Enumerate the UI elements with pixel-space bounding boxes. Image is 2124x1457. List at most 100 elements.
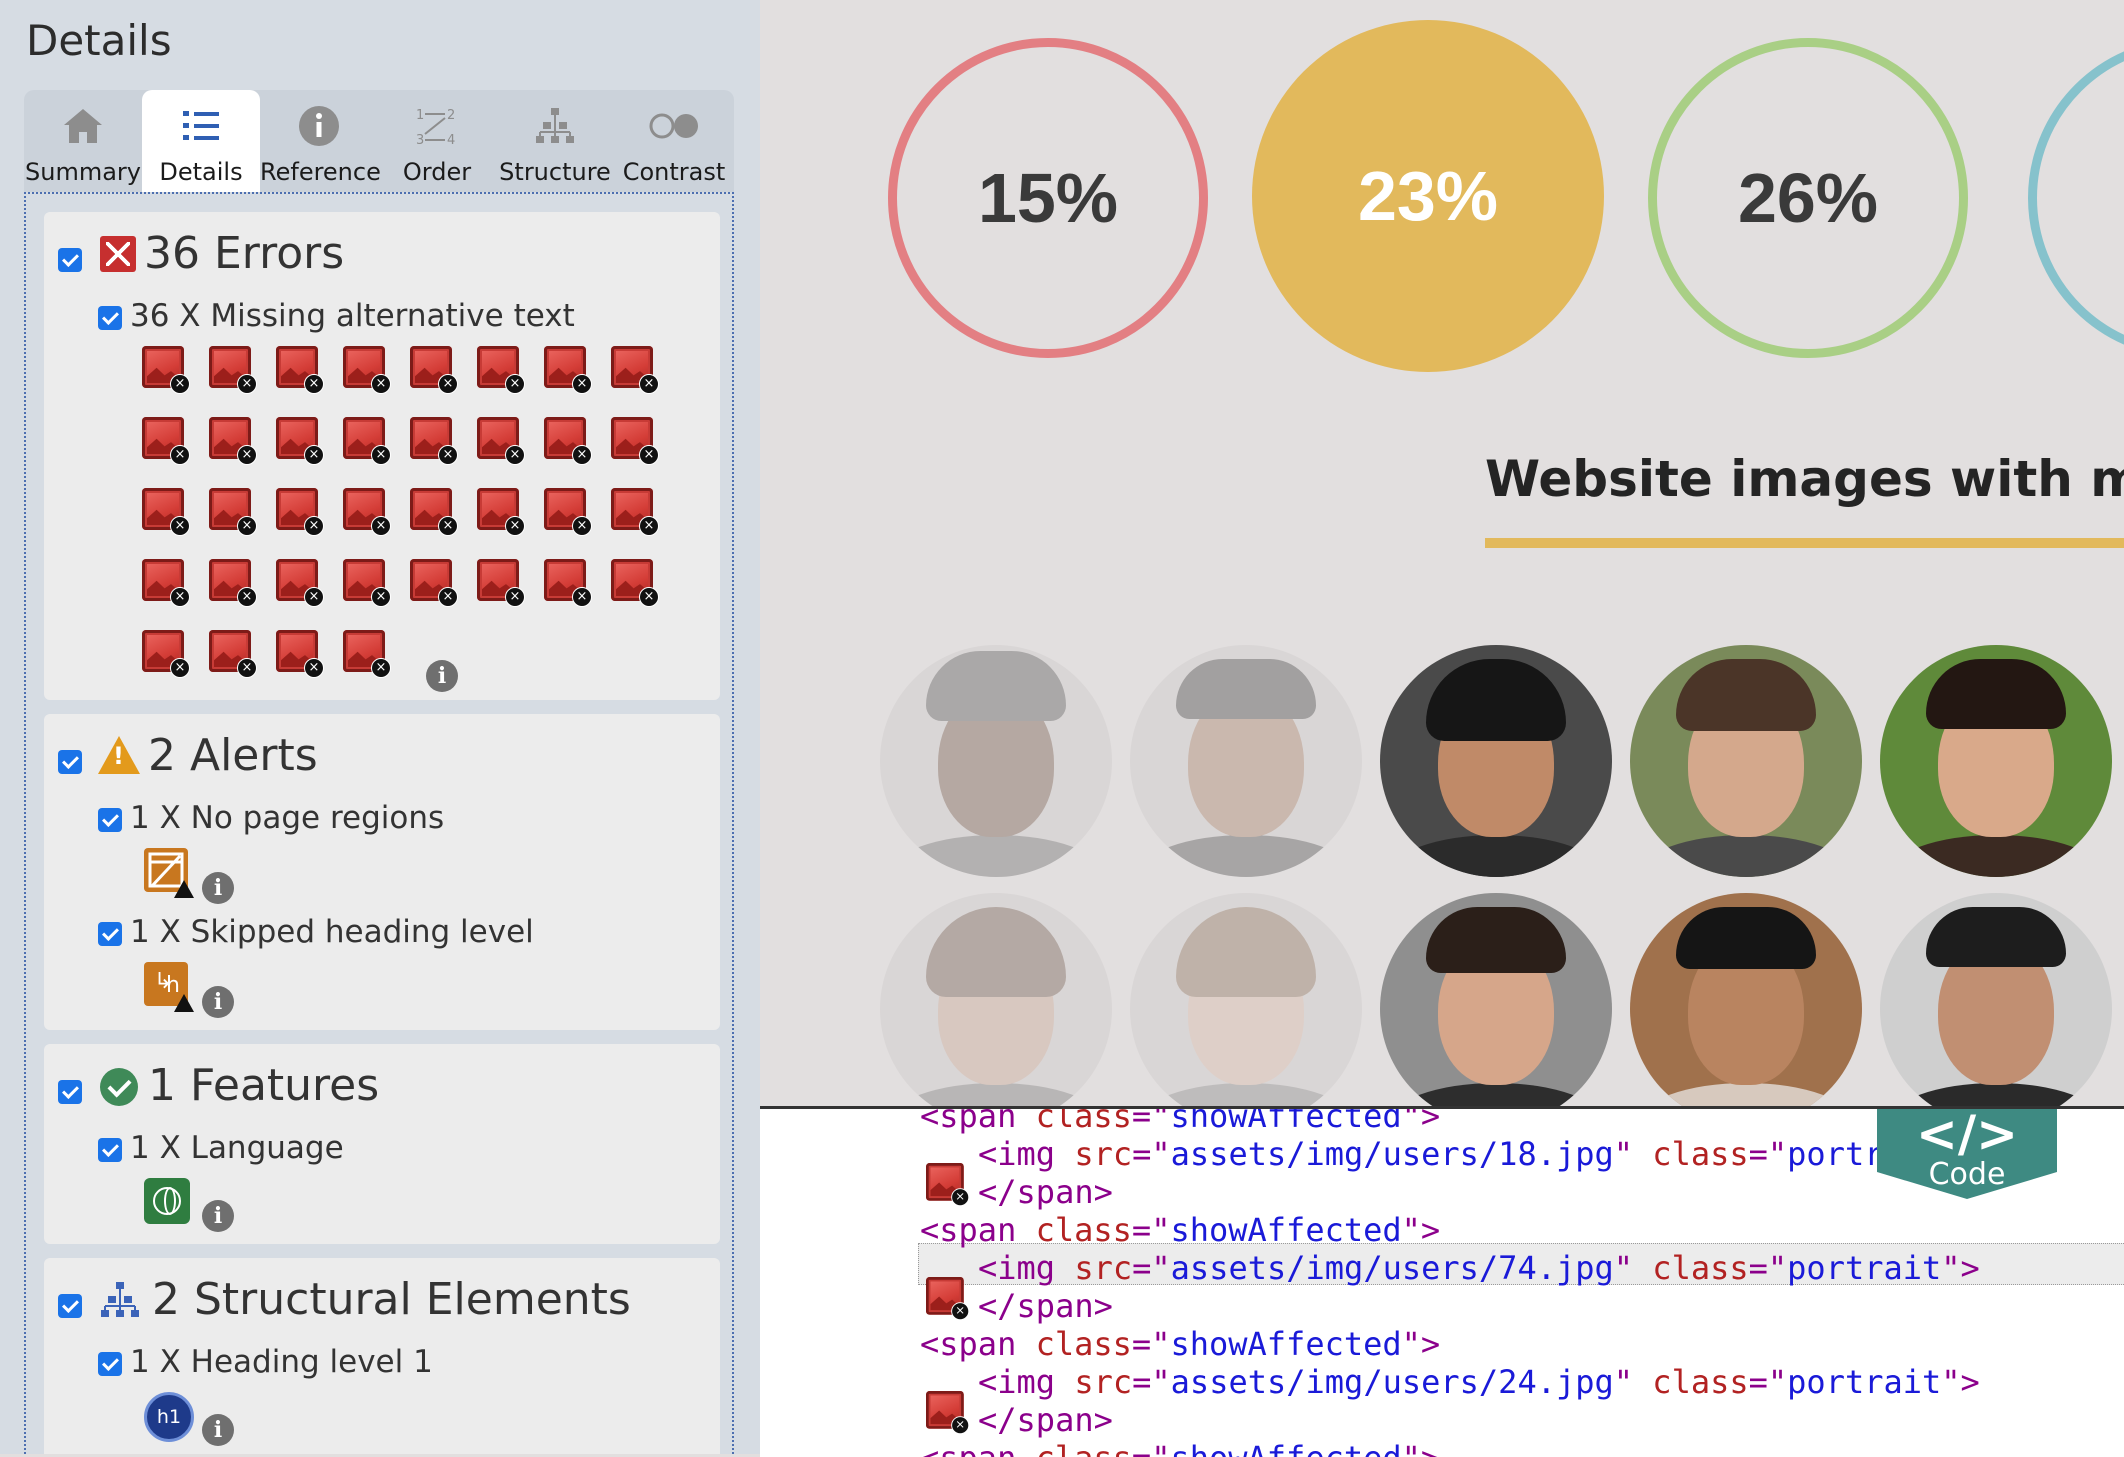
missing-alt-image-icon[interactable]: × <box>611 488 659 536</box>
missing-alt-image-icon[interactable]: × <box>544 559 592 607</box>
alerts-checkbox[interactable] <box>58 750 82 774</box>
heading-level-1-checkbox[interactable] <box>98 1352 122 1376</box>
missing-alt-image-icon[interactable]: × <box>142 346 190 394</box>
error-x-badge-icon: × <box>304 658 324 678</box>
no-page-regions-icon[interactable] <box>144 848 194 898</box>
error-x-icon <box>100 236 136 272</box>
error-x-badge-icon: × <box>951 1188 970 1207</box>
structure-section: 2 Structural Elements 1 X Heading level … <box>44 1258 720 1454</box>
tab-details[interactable]: Details <box>142 90 260 192</box>
tab-order[interactable]: 1 2 3 4 Order <box>378 90 496 192</box>
missing-alt-image-icon[interactable]: × <box>209 488 257 536</box>
structure-title: 2 Structural Elements <box>152 1274 631 1325</box>
no-page-regions-info-icon[interactable]: i <box>202 872 234 904</box>
missing-alt-image-icon[interactable]: × <box>477 417 525 465</box>
missing-alt-image-icon[interactable]: × <box>926 1277 970 1321</box>
tab-structure[interactable]: Structure <box>496 90 614 192</box>
details-content: 36 Errors 36 X Missing alternative text … <box>24 192 734 1454</box>
missing-alt-image-icon[interactable]: × <box>410 559 458 607</box>
error-x-badge-icon: × <box>304 587 324 607</box>
missing-alt-image-icon[interactable]: × <box>343 630 391 678</box>
heading-h1-icon[interactable]: h1 <box>144 1392 194 1442</box>
missing-alt-image-icon[interactable]: × <box>209 346 257 394</box>
no-page-regions-checkbox[interactable] <box>98 808 122 832</box>
missing-alt-image-icon[interactable]: × <box>410 417 458 465</box>
missing-alt-image-icon[interactable]: × <box>477 559 525 607</box>
portrait-image <box>1130 645 1362 877</box>
missing-alt-image-icon[interactable]: × <box>926 1163 970 1207</box>
tab-summary[interactable]: Summary <box>24 90 142 192</box>
tab-reference[interactable]: Reference <box>260 90 381 192</box>
language-checkbox[interactable] <box>98 1138 122 1162</box>
missing-alt-image-icon[interactable]: × <box>209 417 257 465</box>
missing-alt-image-icon[interactable]: × <box>276 417 324 465</box>
code-line: </span> <box>978 1287 1113 1325</box>
language-globe-icon[interactable] <box>144 1178 190 1224</box>
tab-contrast[interactable]: Contrast <box>614 90 734 192</box>
missing-alt-label: 36 X Missing alternative text <box>130 298 575 334</box>
details-panel: Details Summary Details Reference 1 2 3 4 O… <box>0 0 760 1454</box>
info-circle-icon <box>299 106 339 146</box>
tab-contrast-label: Contrast <box>622 158 726 186</box>
stat-circle-3: 26% <box>1648 38 1968 358</box>
missing-alt-image-icon[interactable]: × <box>410 346 458 394</box>
error-x-badge-icon: × <box>639 516 659 536</box>
missing-alt-image-icon[interactable]: × <box>343 559 391 607</box>
missing-alt-image-icon[interactable]: × <box>276 488 324 536</box>
missing-alt-image-icon[interactable]: × <box>611 559 659 607</box>
skipped-heading-icon[interactable]: ↳ h <box>144 962 194 1012</box>
missing-alt-image-icon[interactable]: × <box>142 630 190 678</box>
missing-alt-image-icon[interactable]: × <box>343 417 391 465</box>
error-x-badge-icon: × <box>438 516 458 536</box>
missing-alt-image-icon[interactable]: × <box>926 1391 970 1435</box>
missing-alt-image-icon[interactable]: × <box>544 346 592 394</box>
structure-checkbox[interactable] <box>58 1294 82 1318</box>
missing-alt-image-icon[interactable]: × <box>142 559 190 607</box>
error-x-badge-icon: × <box>371 516 391 536</box>
missing-alt-image-icon[interactable]: × <box>410 488 458 536</box>
language-info-icon[interactable]: i <box>202 1200 234 1232</box>
missing-alt-image-icon[interactable]: × <box>343 488 391 536</box>
missing-alt-image-icon[interactable]: × <box>477 346 525 394</box>
error-x-badge-icon: × <box>639 374 659 394</box>
missing-alt-checkbox[interactable] <box>98 306 122 330</box>
portrait-image <box>880 645 1112 877</box>
heading-info-icon[interactable]: i <box>202 1414 234 1446</box>
portrait-image <box>1130 893 1362 1106</box>
stat-circle-1: 15% <box>888 38 1208 358</box>
tab-order-label: Order <box>402 158 472 186</box>
missing-alt-image-icon[interactable]: × <box>544 488 592 536</box>
svg-text:4: 4 <box>447 133 455 148</box>
errors-info-icon[interactable]: i <box>426 660 458 692</box>
missing-alt-image-icon[interactable]: × <box>209 630 257 678</box>
stat-value-3: 26% <box>1737 159 1879 237</box>
missing-alt-image-icon[interactable]: × <box>611 417 659 465</box>
missing-alt-image-icon[interactable]: × <box>544 417 592 465</box>
missing-alt-image-icon[interactable]: × <box>276 559 324 607</box>
error-x-badge-icon: × <box>438 445 458 465</box>
error-x-badge-icon: × <box>371 587 391 607</box>
missing-alt-image-icon[interactable]: × <box>611 346 659 394</box>
code-toggle-button[interactable]: </> Code <box>1877 1109 2057 1199</box>
errors-checkbox[interactable] <box>58 248 82 272</box>
error-x-badge-icon: × <box>572 587 592 607</box>
portrait-image <box>1630 645 1862 877</box>
missing-alt-image-icon[interactable]: × <box>477 488 525 536</box>
error-x-badge-icon: × <box>237 374 257 394</box>
skipped-heading-info-icon[interactable]: i <box>202 986 234 1018</box>
features-title: 1 Features <box>148 1060 380 1111</box>
missing-alt-image-icon[interactable]: × <box>276 346 324 394</box>
code-line: <span class="showAffected"> <box>920 1325 1441 1363</box>
alerts-title: 2 Alerts <box>148 730 318 781</box>
missing-alt-image-icon[interactable]: × <box>343 346 391 394</box>
missing-alt-image-icon[interactable]: × <box>276 630 324 678</box>
missing-alt-image-icon[interactable]: × <box>142 488 190 536</box>
error-x-badge-icon: × <box>505 445 525 465</box>
skipped-heading-checkbox[interactable] <box>98 922 122 946</box>
code-view[interactable]: <span class="showAffected"> <img src="ass… <box>760 1106 2124 1457</box>
missing-alt-image-icon[interactable]: × <box>142 417 190 465</box>
svg-text:3: 3 <box>416 133 424 148</box>
language-label: 1 X Language <box>130 1130 344 1166</box>
missing-alt-image-icon[interactable]: × <box>209 559 257 607</box>
features-checkbox[interactable] <box>58 1080 82 1104</box>
